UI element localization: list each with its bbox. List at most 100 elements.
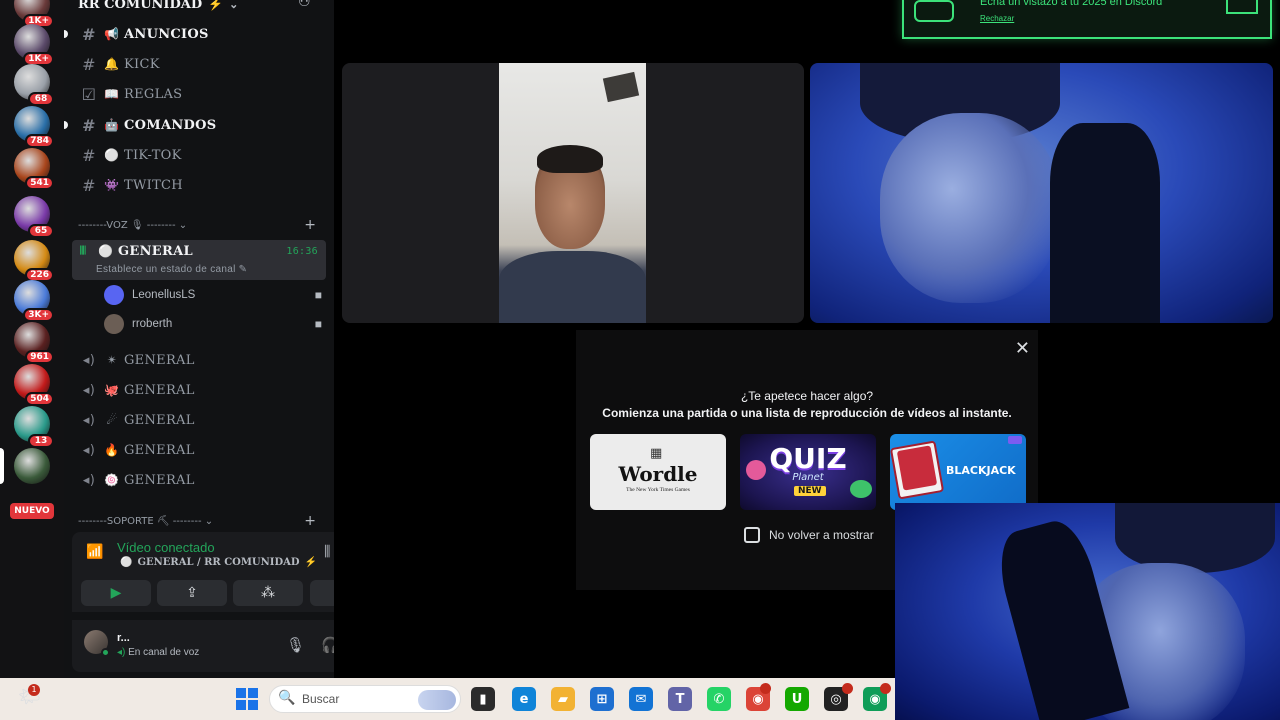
new-badge: NEW (794, 486, 826, 496)
text-channel-kick[interactable]: # 🔔 KICK (78, 51, 328, 77)
start-button[interactable] (236, 688, 258, 710)
channel-emoji-icon: 🍥 (104, 473, 120, 487)
support-category[interactable]: --------SOPORTE ⛏ -------- ⌄ + (78, 513, 328, 529)
close-icon[interactable]: ✕ (1015, 338, 1030, 359)
text-channel-twitch[interactable]: # 👾 TWITCH (78, 172, 328, 198)
channel-sidebar: RR COMUNIDAD ⚡ ⌄ ⚇ # 📢 ANUNCIOS # 🔔 KICK ☑ 📖 REG… (64, 0, 390, 678)
avatar (104, 285, 124, 305)
server-icon[interactable]: 226 (14, 240, 54, 282)
voice-activity-icon: 𝄃𝄃 (80, 244, 86, 257)
obs-notification-badge (842, 683, 853, 694)
server-icon[interactable]: 784 (14, 106, 54, 148)
member-name: LeonellusLS (132, 289, 196, 301)
wordle-activity[interactable]: ▦ Wordle The New York Times Games (590, 434, 726, 510)
server-icon[interactable]: 1K+ (14, 0, 54, 28)
recap-open-button[interactable] (1226, 0, 1258, 14)
outlook-app[interactable]: ✉ (629, 687, 653, 711)
recap-title: Echa un vistazo a tu 2025 en Discord (980, 0, 1163, 8)
server-icon[interactable]: 68 (14, 64, 54, 106)
video-camera-icon: ■ (314, 288, 322, 302)
activity-tag (1008, 436, 1022, 444)
lightning-icon: ⚡ (304, 557, 318, 568)
hashtag-icon: # (82, 145, 96, 165)
channel-name: GENERAL (118, 244, 193, 259)
new-badge[interactable]: NUEVO (10, 503, 54, 519)
add-channel-icon[interactable]: + (304, 217, 316, 233)
server-icon[interactable]: 504 (14, 364, 54, 406)
voice-member[interactable]: LeonellusLS ■ (104, 283, 324, 307)
chrome-notification-badge (760, 683, 771, 694)
edge-app[interactable]: e (512, 687, 536, 711)
voice-channel-general[interactable]: ◂) ✴ GENERAL (78, 347, 328, 373)
folder-app[interactable]: ▰ (551, 687, 575, 711)
hashtag-icon: # (82, 175, 96, 195)
search-placeholder: Buscar (302, 692, 340, 706)
channel-name: TIK-TOK (124, 147, 182, 163)
screen-share-button[interactable]: ⇪ (157, 580, 227, 606)
video-tile-leonellusls[interactable] (342, 63, 804, 323)
signal-icon[interactable]: 📶 (86, 544, 103, 560)
noise-suppression-icon[interactable]: ⫼ (324, 544, 330, 560)
quiz-planet-activity[interactable]: QUIZ Planet NEW (740, 434, 876, 510)
channel-name: GENERAL (124, 412, 195, 428)
unread-badge: 541 (25, 176, 54, 190)
upwork-app[interactable]: U (785, 687, 809, 711)
text-channel-anuncios[interactable]: # 📢 ANUNCIOS (64, 21, 328, 47)
quiz-title: QUIZ (769, 442, 847, 475)
store-app[interactable]: ⊞ (590, 687, 614, 711)
voice-channel-general[interactable]: ◂) 🐙 GENERAL (78, 377, 328, 403)
member-name: rroberth (132, 318, 173, 330)
chrome-notification-badge (880, 683, 891, 694)
voice-channel-general[interactable]: ◂) 🔥 GENERAL (78, 437, 328, 463)
username[interactable]: r... (117, 632, 130, 644)
taskbar-search[interactable]: 🔍 Buscar (269, 685, 461, 713)
unread-badge: 65 (28, 224, 54, 238)
blackjack-activity[interactable]: BLACKJACK (890, 434, 1026, 510)
guild-name: RR COMUNIDAD (78, 0, 203, 12)
text-channel-comandos[interactable]: # 🤖 COMANDOS (64, 112, 328, 138)
add-channel-icon[interactable]: + (304, 513, 316, 529)
channel-emoji-icon: ⚪ (98, 244, 114, 258)
unread-badge: 784 (25, 134, 54, 148)
blackjack-title: BLACKJACK (946, 464, 1016, 477)
voice-channel-general[interactable]: ◂) ☄ GENERAL (78, 407, 328, 433)
voice-category[interactable]: --------VOZ 🎙 -------- ⌄ + (78, 217, 328, 233)
server-icon[interactable]: 541 (14, 148, 54, 190)
whatsapp-app[interactable]: ✆ (707, 687, 731, 711)
video-tile-rroberth[interactable] (810, 63, 1273, 323)
voice-channel-general[interactable]: ◂) 🍥 GENERAL (78, 467, 328, 493)
server-icon[interactable]: 961 (14, 322, 54, 364)
windows-taskbar: 🌤 1 🔍 Buscar ▮ e ▰ ⊞ ✉ T ✆ ◉ U ◎ ◉ (0, 678, 895, 720)
text-channel-reglas[interactable]: ☑ 📖 REGLAS (78, 81, 328, 107)
channel-emoji-icon: 🤖 (104, 118, 120, 132)
camera-button[interactable]: ▶ (81, 580, 151, 606)
activities-button[interactable]: ⁂ (233, 580, 303, 606)
hashtag-icon: # (82, 54, 96, 74)
server-icon[interactable]: 3K+ (14, 280, 54, 322)
guild-header[interactable]: RR COMUNIDAD ⚡ ⌄ (78, 0, 238, 12)
server-icon[interactable]: 1K+ (14, 24, 54, 66)
dont-show-again-checkbox[interactable] (744, 527, 760, 543)
dont-show-again-label[interactable]: No volver a mostrar (769, 528, 874, 542)
voice-category-label: --------VOZ 🎙 -------- ⌄ (78, 219, 188, 231)
file-explorer-app[interactable]: ▮ (471, 687, 495, 711)
person-body (880, 113, 1060, 303)
selected-server-indicator (0, 448, 4, 484)
invite-people-icon[interactable]: ⚇ (298, 0, 311, 10)
teams-app[interactable]: T (668, 687, 692, 711)
voice-member[interactable]: rroberth ■ (104, 312, 324, 336)
recap-banner[interactable]: Echa un vistazo a tu 2025 en Discord Rec… (902, 0, 1272, 39)
voice-status[interactable]: Vídeo conectado (117, 540, 215, 555)
channel-name: REGLAS (124, 86, 183, 102)
microphone-icon[interactable]: 🎙 (286, 636, 305, 654)
server-icon[interactable]: 13 (14, 406, 54, 448)
voice-channel-path[interactable]: ⚪ GENERAL / RR COMUNIDAD ⚡ (120, 557, 317, 568)
server-icon[interactable]: 65 (14, 196, 54, 238)
prompt-question: ¿Te apetece hacer algo? (740, 389, 874, 403)
server-icon[interactable] (14, 448, 50, 484)
set-channel-status[interactable]: Establece un estado de canal ✎ (96, 264, 247, 275)
text-channel-tik-tok[interactable]: # ⚪ TIK-TOK (78, 142, 328, 168)
support-category-label: --------SOPORTE ⛏ -------- ⌄ (78, 515, 214, 527)
dismiss-link[interactable]: Rechazar (980, 14, 1014, 23)
active-voice-channel[interactable]: 𝄃𝄃 ⚪ GENERAL 16:36 Establece un estado d… (72, 240, 326, 280)
